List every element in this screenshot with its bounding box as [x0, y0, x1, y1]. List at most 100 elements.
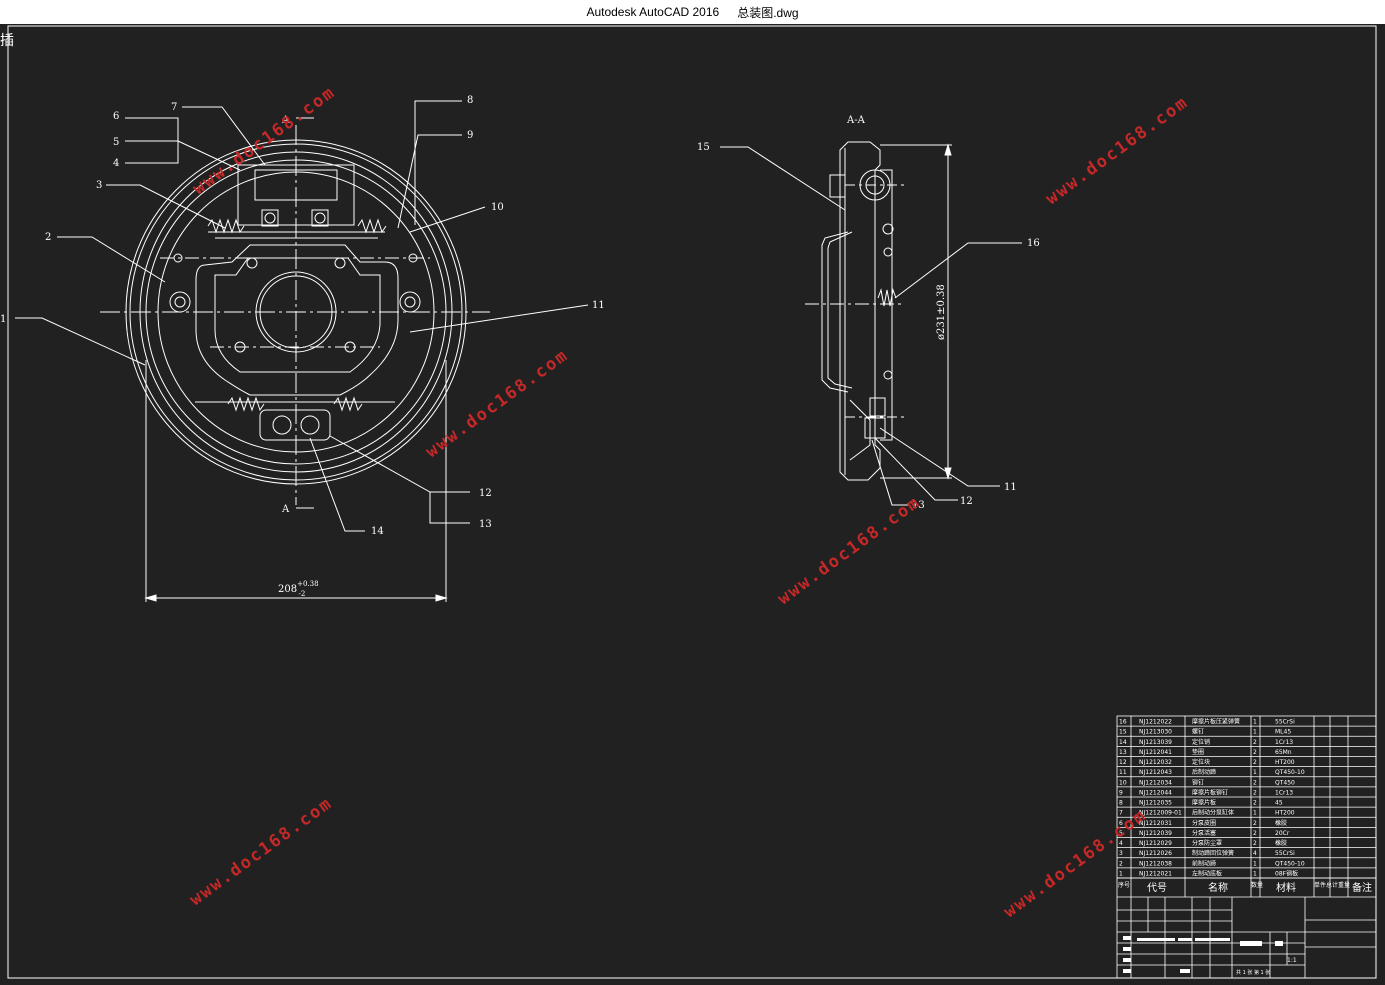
callout-1: 1	[0, 314, 6, 325]
parts-cell-name: 定位销	[1192, 738, 1210, 746]
parts-cell-code: NJ1212032	[1139, 759, 1172, 766]
parts-cell-name: 摩擦片板压紧弹簧	[1192, 718, 1240, 726]
parts-cell-name: 分泵皮圈	[1192, 819, 1216, 827]
header-name: 名称	[1208, 881, 1228, 894]
section-title: A-A	[846, 115, 866, 126]
parts-cell-material: 橡胶	[1275, 819, 1287, 827]
parts-cell-name: 分泵防尘罩	[1192, 839, 1222, 847]
parts-cell-material: QT450	[1275, 779, 1295, 786]
parts-cell-material: 1Cr13	[1275, 739, 1293, 746]
parts-cell-code: NJ1212022	[1139, 719, 1172, 726]
parts-cell-material: 20Cr	[1275, 830, 1290, 837]
parts-cell-material: 55CrSi	[1275, 850, 1295, 857]
parts-cell-material: ML45	[1275, 729, 1291, 736]
parts-cell-name: 垫圈	[1192, 748, 1204, 756]
parts-cell-name: 前制动蹄	[1192, 859, 1216, 867]
file-name: 总装图.dwg	[737, 5, 799, 20]
parts-cell-code: NJ1212026	[1139, 850, 1172, 857]
callout-14: 14	[371, 526, 384, 537]
parts-cell-name: 螺钉	[1192, 728, 1204, 736]
parts-cell-qty: 1	[1253, 719, 1257, 726]
parts-cell-qty: 2	[1253, 749, 1257, 756]
callout-8: 8	[467, 95, 473, 106]
parts-cell-no: 12	[1119, 759, 1127, 766]
app-title: Autodesk AutoCAD 2016	[586, 5, 720, 19]
parts-cell-name: 制动蹄回位弹簧	[1192, 849, 1234, 857]
parts-cell-no: 14	[1119, 739, 1127, 746]
parts-cell-material: 橡胶	[1275, 839, 1287, 847]
section-view	[720, 141, 1022, 506]
parts-cell-qty: 1	[1253, 810, 1257, 817]
callout-12-section: 12	[960, 496, 973, 507]
parts-cell-material: 08F钢板	[1275, 869, 1298, 877]
header-qty: 数量	[1251, 881, 1263, 889]
parts-cell-no: 10	[1119, 779, 1127, 786]
parts-cell-name: 摩擦片板	[1192, 799, 1216, 807]
dimension-231: ø231±0.38	[936, 284, 947, 340]
window-titlebar: Autodesk AutoCAD 2016 总装图.dwg	[0, 0, 1385, 24]
parts-cell-code: NJ1212021	[1139, 870, 1172, 877]
parts-cell-name: 左制动底板	[1192, 869, 1222, 877]
parts-cell-material: QT450-10	[1275, 860, 1305, 867]
parts-cell-qty: 2	[1253, 759, 1257, 766]
parts-cell-name: 后制动蹄	[1192, 768, 1216, 776]
callout-12: 12	[479, 488, 492, 499]
parts-cell-code: NJ1213039	[1139, 739, 1172, 746]
parts-cell-name: 后制动分泵缸体	[1192, 809, 1234, 817]
parts-cell-name: 分泵活塞	[1192, 829, 1216, 837]
callout-4: 4	[113, 158, 119, 169]
parts-cell-no: 2	[1119, 860, 1123, 867]
parts-cell-code: NJ1212038	[1139, 860, 1172, 867]
parts-cell-code: NJ1212035	[1139, 800, 1172, 807]
callout-11: 11	[592, 300, 605, 311]
parts-cell-no: 15	[1119, 729, 1127, 736]
callout-7: 7	[171, 102, 177, 113]
parts-cell-qty: 2	[1253, 830, 1257, 837]
parts-cell-code: NJ1213030	[1139, 729, 1172, 736]
parts-cell-qty: 1	[1253, 870, 1257, 877]
section-mark-bottom: A	[281, 504, 290, 515]
parts-cell-qty: 2	[1253, 789, 1257, 796]
parts-cell-no: 9	[1119, 789, 1123, 796]
sheet-info: 共 1 张 第 1 张	[1236, 969, 1270, 976]
parts-cell-no: 11	[1119, 769, 1127, 776]
callout-5: 5	[113, 137, 119, 148]
parts-cell-qty: 1	[1253, 729, 1257, 736]
dimension-208: 208+0.38 -2	[278, 580, 319, 598]
header-remark: 备注	[1352, 881, 1372, 894]
header-no: 序号	[1118, 881, 1130, 889]
callout-3: 3	[96, 180, 102, 191]
parts-cell-qty: 1	[1253, 860, 1257, 867]
parts-cell-code: NJ1212039	[1139, 830, 1172, 837]
parts-cell-code: NJ1212041	[1139, 749, 1172, 756]
callout-2: 2	[45, 232, 51, 243]
callout-11-section: 11	[1004, 482, 1017, 493]
parts-cell-no: 3	[1119, 850, 1123, 857]
parts-cell-material: 65Mn	[1275, 749, 1292, 756]
callout-16: 16	[1027, 238, 1040, 249]
parts-cell-code: NJ1212043	[1139, 769, 1172, 776]
callout-9: 9	[467, 130, 473, 141]
parts-cell-code: NJ1212044	[1139, 789, 1172, 796]
callout-13: 13	[479, 519, 492, 530]
callout-10: 10	[491, 202, 504, 213]
drawing-canvas[interactable]: 插 A A 208+0.38 -2 1 2 3 4 5 6 7 8 9 10 1…	[0, 24, 1385, 985]
parts-cell-qty: 2	[1253, 739, 1257, 746]
parts-cell-name: 摩擦片板铆钉	[1192, 788, 1228, 796]
parts-cell-qty: 2	[1253, 800, 1257, 807]
parts-cell-no: 8	[1119, 800, 1123, 807]
parts-cell-no: 1	[1119, 870, 1123, 877]
parts-cell-material: 1Cr13	[1275, 789, 1293, 796]
parts-cell-qty: 1	[1253, 769, 1257, 776]
parts-cell-code: NJ1212034	[1139, 779, 1172, 786]
parts-cell-no: 13	[1119, 749, 1127, 756]
parts-cell-material: QT450-10	[1275, 769, 1305, 776]
parts-cell-code: NJ1212029	[1139, 840, 1172, 847]
header-weight: 单件总计重量	[1314, 881, 1350, 889]
parts-cell-name: 铆钉	[1192, 778, 1204, 786]
parts-cell-material: HT200	[1275, 759, 1295, 766]
parts-cell-name: 定位块	[1192, 758, 1210, 766]
header-code: 代号	[1147, 882, 1167, 894]
parts-cell-qty: 2	[1253, 840, 1257, 847]
parts-cell-qty: 2	[1253, 779, 1257, 786]
